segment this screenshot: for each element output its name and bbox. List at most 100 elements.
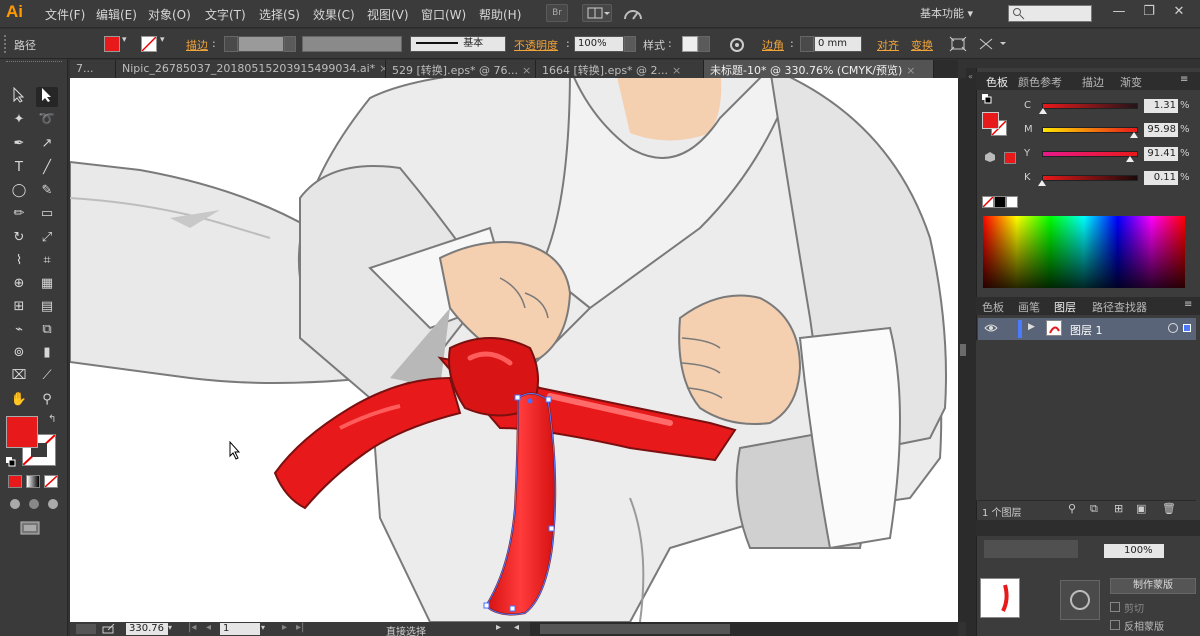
warp-tool-icon[interactable]: ⌇ [8,251,30,271]
free-transform-icon[interactable]: ⌗ [36,251,58,271]
corner-radius-input[interactable]: 0 mm [814,36,862,52]
pen-tool-icon[interactable]: ✒ [8,134,30,154]
out-of-gamut-icon[interactable] [985,152,995,162]
hand-tool-icon[interactable]: ✋ [8,390,30,410]
brush-definition-select[interactable]: 基本 [410,36,506,52]
layer-row[interactable]: ▶ 图层 1 [978,318,1196,340]
tab-color-guide[interactable]: 颜色参考 [1018,74,1062,90]
close-icon[interactable]: × [672,64,681,77]
blend-mode-select[interactable] [984,540,1078,558]
variable-width-profile[interactable] [302,36,402,52]
black-value[interactable]: 0.11 [1144,171,1178,185]
tab-stroke[interactable]: 描边 [1082,74,1104,90]
mesh-tool-icon[interactable]: ⊞ [8,297,30,317]
make-mask-button[interactable]: 制作蒙版 [1110,578,1196,594]
stroke-weight-input[interactable] [238,36,284,52]
lasso-tool-icon[interactable]: ➰ [36,110,58,130]
anchor-point[interactable] [509,605,516,612]
menu-edit[interactable]: 编辑(E) [96,6,137,23]
close-button[interactable]: ✕ [1168,4,1190,22]
tab-doc-1[interactable]: 7... [70,60,116,78]
zoom-input[interactable]: 330.76 [126,623,168,635]
yellow-slider-thumb[interactable] [1125,156,1134,162]
scale-tool-icon[interactable]: ⤢ [36,228,58,248]
clip-checkbox[interactable] [1110,602,1120,612]
chevron-down-icon[interactable]: ▾ [160,35,165,45]
stroke-link[interactable]: 描边 [186,37,208,53]
magic-wand-icon[interactable]: ✦ [8,110,30,130]
pencil-tool-icon[interactable]: ✏ [8,204,30,224]
magenta-slider-thumb[interactable] [1130,132,1139,138]
bridge-button[interactable]: Br [546,4,568,22]
default-colors-icon[interactable] [6,457,16,467]
handle-point[interactable] [527,398,533,404]
menu-view[interactable]: 视图(V) [367,6,409,23]
panel-menu-icon[interactable]: ≡ [1184,299,1192,310]
first-artboard-icon[interactable]: |◂ [188,622,196,633]
menu-help[interactable]: 帮助(H) [479,6,521,23]
close-icon[interactable]: × [379,62,385,75]
stroke-swatch[interactable] [141,36,157,52]
graphic-style-dropdown[interactable] [698,36,710,52]
horizontal-scroll-thumb[interactable] [540,624,730,634]
opacity-input[interactable]: 100% [574,36,624,52]
tab-color[interactable]: 色板 [986,74,1008,90]
graphic-style-swatch[interactable] [682,36,698,52]
line-tool-icon[interactable]: ╱ [36,158,58,178]
color-spectrum[interactable] [983,216,1185,288]
panel-menu-icon[interactable]: ≡ [1180,74,1188,85]
tab-doc-4[interactable]: 1664 [转换].eps* @ 2... × [536,60,704,78]
drawing-modes-icon[interactable] [8,497,60,511]
paintbrush-tool-icon[interactable]: ✎ [36,181,58,201]
cyan-slider[interactable] [1042,103,1138,109]
anchor-point[interactable] [483,602,490,609]
new-layer-icon[interactable]: ▣ [1136,502,1146,515]
tab-doc-2[interactable]: Nipic_26785037_20180515203915499034.ai*× [116,60,386,78]
color-mode-icon[interactable] [8,475,22,488]
menu-type[interactable]: 文字(T) [205,6,246,23]
gpu-performance-icon[interactable] [622,5,644,23]
ellipse-tool-icon[interactable]: ◯ [8,181,30,201]
zoom-tool-icon[interactable]: ⚲ [36,390,58,410]
selection-indicator[interactable] [1183,324,1191,332]
corner-stepper[interactable] [800,36,814,52]
layer-name[interactable]: 图层 1 [1070,322,1103,338]
eraser-tool-icon[interactable]: ▭ [36,204,58,224]
slice-tool-icon[interactable]: ⟋ [36,366,58,386]
cyan-slider-thumb[interactable] [1039,108,1048,114]
yellow-slider[interactable] [1042,151,1138,157]
artboard-tool-icon[interactable]: ⌧ [8,366,30,386]
artboard-canvas[interactable] [70,78,958,622]
fill-swatch[interactable] [104,36,120,52]
target-icon[interactable] [1168,323,1178,333]
gradient-mode-icon[interactable] [26,475,40,488]
menu-effect[interactable]: 效果(C) [313,6,355,23]
tab-doc-3[interactable]: 529 [转换].eps* @ 76... × [386,60,536,78]
tab-brushes[interactable]: 画笔 [1018,299,1040,315]
eye-visibility-icon[interactable] [984,323,998,336]
blend-tool-icon[interactable]: ⧉ [36,320,58,340]
rotate-tool-icon[interactable]: ↻ [8,228,30,248]
make-clip-mask-icon[interactable]: ⧉ [1090,502,1098,516]
expand-triangle-icon[interactable]: ▶ [1028,322,1035,332]
tab-doc-active[interactable]: 未标题-10* @ 330.76% (CMYK/预览) × [704,60,934,78]
close-icon[interactable]: × [522,64,531,77]
white-swatch[interactable] [1006,196,1018,208]
shape-builder-icon[interactable]: ⊕ [8,274,30,294]
yellow-value[interactable]: 91.41 [1144,147,1178,161]
last-artboard-icon[interactable]: ▸| [296,622,304,633]
recolor-artwork-icon[interactable] [729,37,745,56]
eyedropper-tool-icon[interactable]: ⌁ [8,320,30,340]
scroll-left-icon[interactable]: ◂ [514,622,519,633]
fill-indicator[interactable] [6,416,38,448]
panel-collapse-strip[interactable]: « [966,68,976,636]
stroke-weight-stepper[interactable] [224,36,238,52]
cyan-value[interactable]: 1.31 [1144,99,1178,113]
corner-link[interactable]: 边角 [762,37,784,53]
type-tool-icon[interactable]: T [8,158,30,178]
panel-menu-icon[interactable] [978,36,1008,55]
selection-tool-icon[interactable] [8,86,30,107]
anchor-point[interactable] [545,396,552,403]
tab-layers[interactable]: 图层 [1054,299,1076,315]
none-swatch[interactable] [982,196,994,208]
